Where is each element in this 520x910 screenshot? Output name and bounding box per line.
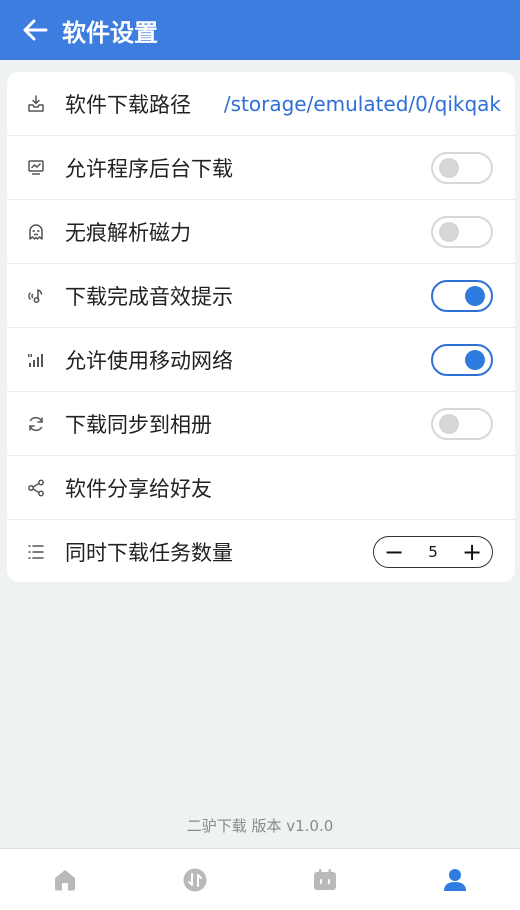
increment-button[interactable]: + bbox=[462, 540, 482, 564]
settings-card: 软件下载路径 /storage/emulated/0/qikqak 允许程序后台… bbox=[7, 72, 515, 582]
app-header: 软件设置 bbox=[0, 0, 520, 60]
back-button[interactable] bbox=[20, 15, 50, 45]
share-app-row[interactable]: 软件分享给好友 bbox=[7, 456, 515, 520]
list-icon bbox=[25, 541, 47, 563]
complete-sound-label: 下载完成音效提示 bbox=[65, 284, 233, 309]
share-icon bbox=[25, 477, 47, 499]
toggle-knob bbox=[439, 413, 459, 434]
sync-album-row: 下载同步到相册 bbox=[7, 392, 515, 456]
tab-profile[interactable] bbox=[390, 849, 520, 910]
incognito-magnet-row: 无痕解析磁力 bbox=[7, 200, 515, 264]
calendar-icon bbox=[314, 868, 336, 890]
tab-calendar[interactable] bbox=[260, 849, 390, 910]
arrow-left-icon bbox=[23, 19, 48, 41]
mobile-network-row: 允许使用移动网络 bbox=[7, 328, 515, 392]
complete-sound-row: 下载完成音效提示 bbox=[7, 264, 515, 328]
tab-transfer[interactable] bbox=[130, 849, 260, 910]
home-icon bbox=[55, 869, 75, 890]
sync-album-toggle[interactable] bbox=[431, 407, 493, 440]
user-icon bbox=[444, 868, 466, 891]
background-download-toggle[interactable] bbox=[431, 151, 493, 184]
transfer-icon bbox=[183, 868, 207, 891]
background-download-label: 允许程序后台下载 bbox=[65, 156, 233, 181]
complete-sound-toggle[interactable] bbox=[431, 279, 493, 312]
download-path-label: 软件下载路径 bbox=[65, 92, 191, 117]
incognito-magnet-toggle[interactable] bbox=[431, 215, 493, 248]
download-path-value[interactable]: /storage/emulated/0/qikqak bbox=[224, 92, 501, 116]
toggle-knob bbox=[465, 349, 485, 370]
bottom-tab-bar bbox=[0, 848, 520, 910]
share-app-label: 软件分享给好友 bbox=[65, 476, 212, 501]
toggle-knob bbox=[465, 285, 485, 306]
sync-icon bbox=[25, 413, 47, 435]
incognito-magnet-label: 无痕解析磁力 bbox=[65, 220, 191, 245]
concurrent-tasks-stepper: − 5 + bbox=[373, 536, 493, 568]
mobile-network-toggle[interactable] bbox=[431, 343, 493, 376]
sound-wave-icon bbox=[25, 285, 47, 307]
ghost-icon bbox=[25, 221, 47, 243]
tab-home[interactable] bbox=[0, 849, 130, 910]
concurrent-tasks-row: 同时下载任务数量 − 5 + bbox=[7, 520, 515, 582]
concurrent-tasks-value: 5 bbox=[428, 543, 438, 561]
mobile-network-label: 允许使用移动网络 bbox=[65, 348, 233, 373]
signal-bars-icon bbox=[25, 349, 47, 371]
concurrent-tasks-label: 同时下载任务数量 bbox=[65, 541, 233, 565]
toggle-knob bbox=[439, 157, 459, 178]
toggle-knob bbox=[439, 221, 459, 242]
sync-album-label: 下载同步到相册 bbox=[65, 412, 212, 437]
download-path-row[interactable]: 软件下载路径 /storage/emulated/0/qikqak bbox=[7, 72, 515, 136]
decrement-button[interactable]: − bbox=[384, 540, 404, 564]
background-download-row: 允许程序后台下载 bbox=[7, 136, 515, 200]
page-title: 软件设置 bbox=[62, 18, 158, 47]
version-text: 二驴下载 版本 v1.0.0 bbox=[186, 817, 334, 835]
monitor-chart-icon bbox=[25, 157, 47, 179]
download-tray-icon bbox=[25, 93, 47, 115]
